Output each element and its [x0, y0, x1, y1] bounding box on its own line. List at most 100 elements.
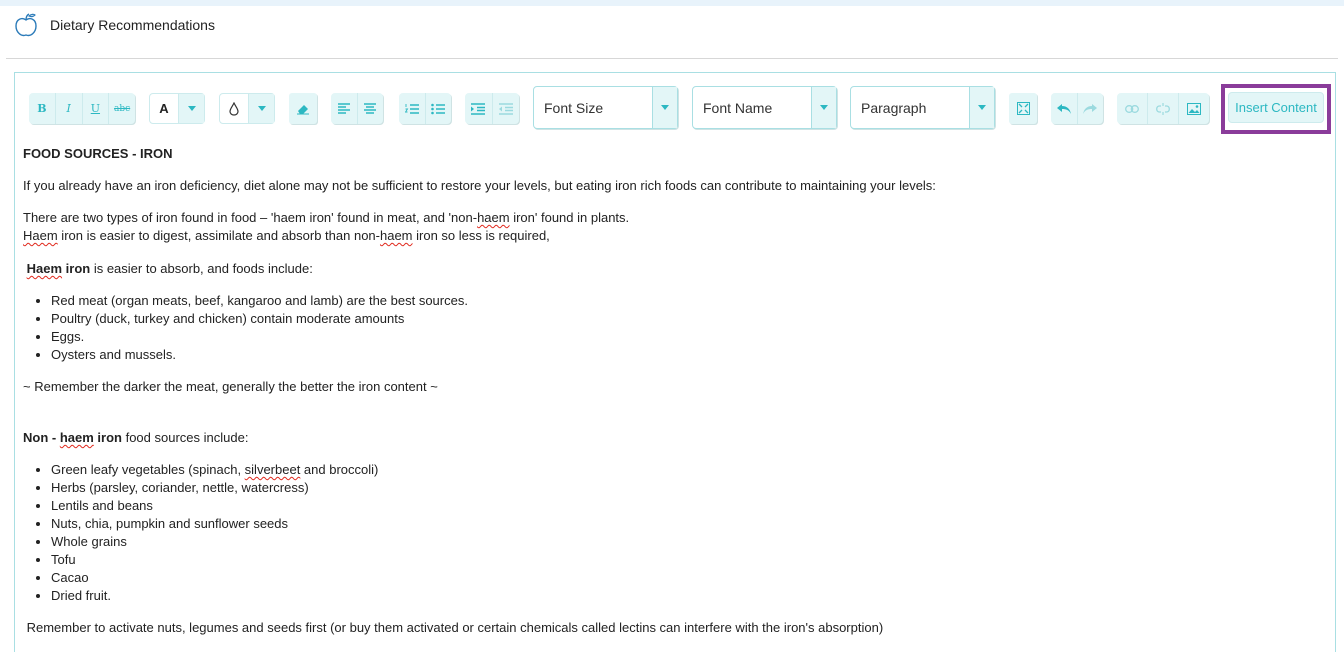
indent-icon: [471, 102, 486, 115]
list-group: [399, 93, 451, 124]
nonhaem-subheading-text: food sources include:: [121, 430, 249, 445]
clear-formatting-button[interactable]: [289, 93, 317, 124]
strikethrough-button[interactable]: abc: [108, 93, 135, 124]
background-color-icon: [220, 94, 248, 123]
content-heading: FOOD SOURCES - IRON: [23, 145, 173, 163]
haem-subheading: Haem iron is easier to absorb, and foods…: [23, 260, 313, 278]
chevron-down-icon: [257, 105, 266, 111]
history-group: [1051, 93, 1103, 124]
chevron-down-icon: [187, 105, 196, 111]
list-item: Herbs (parsley, coriander, nettle, water…: [51, 479, 378, 497]
list-item: Cacao: [51, 569, 378, 587]
ordered-list-icon: [404, 103, 419, 114]
haem-subheading-text: is easier to absorb, and foods include:: [90, 261, 313, 276]
intro-paragraph: If you already have an iron deficiency, …: [23, 178, 936, 193]
list-item: Poultry (duck, turkey and chicken) conta…: [51, 310, 468, 328]
unlink-icon: [1156, 102, 1170, 115]
background-color-picker[interactable]: [219, 93, 275, 124]
redo-button[interactable]: [1076, 93, 1104, 124]
align-left-button[interactable]: [331, 93, 357, 124]
align-center-button[interactable]: [356, 93, 384, 124]
font-size-value: Font Size: [544, 100, 604, 116]
paragraph-format-dropdown[interactable]: Paragraph: [850, 86, 995, 129]
font-name-value: Font Name: [703, 100, 773, 116]
link-icon: [1125, 104, 1139, 113]
strikethrough-icon: abc: [114, 103, 131, 114]
redo-icon: [1083, 103, 1098, 114]
underline-button[interactable]: U: [81, 93, 109, 124]
eraser-icon: [297, 104, 309, 114]
paragraph-format-dropdown-button[interactable]: [969, 87, 994, 128]
insert-group: [1117, 93, 1209, 124]
list-item: Tofu: [51, 551, 378, 569]
indent-group: [465, 93, 519, 124]
ordered-list-button[interactable]: [399, 93, 425, 124]
font-name-dropdown[interactable]: Font Name: [692, 86, 837, 129]
digest-text-end: iron so less is required,: [412, 228, 550, 243]
align-center-icon: [364, 103, 377, 114]
haem-food-list: Red meat (organ meats, beef, kangaroo an…: [23, 292, 468, 364]
iron-types-text: There are two types of iron found in foo…: [23, 210, 478, 225]
unordered-list-icon: [431, 103, 446, 114]
bold-icon: B: [37, 102, 47, 115]
apple-icon: [15, 13, 37, 37]
rich-text-editor: B I U abc A Font Size Font Name Paragrap…: [14, 72, 1336, 652]
font-color-icon: A: [159, 101, 169, 116]
list-item-text-end: and broccoli): [300, 462, 379, 477]
fullscreen-button[interactable]: [1009, 93, 1037, 124]
list-item-text: Green leafy vegetables (spinach,: [51, 462, 245, 477]
list-item: Oysters and mussels.: [51, 346, 468, 364]
activate-note: Remember to activate nuts, legumes and s…: [23, 620, 884, 635]
digest-text: iron is easier to digest, assimilate and…: [57, 228, 380, 243]
heading-text: FOOD SOURCES - IRON: [23, 146, 173, 161]
font-name-dropdown-button[interactable]: [811, 87, 836, 128]
unordered-list-button[interactable]: [424, 93, 452, 124]
spellcheck-word: haem: [379, 228, 413, 243]
italic-button[interactable]: I: [54, 93, 82, 124]
list-item: Nuts, chia, pumpkin and sunflower seeds: [51, 515, 378, 533]
insert-image-button[interactable]: [1178, 93, 1209, 124]
background-color-dropdown-button[interactable]: [248, 94, 274, 123]
digest-paragraph: Haem iron is easier to digest, assimilat…: [23, 227, 550, 245]
nonhaem-food-list: Green leafy vegetables (spinach, silverb…: [23, 461, 378, 605]
section-header: Dietary Recommendations: [6, 6, 1338, 59]
font-size-dropdown[interactable]: Font Size: [533, 86, 678, 129]
list-item: Dried fruit.: [51, 587, 378, 605]
fullscreen-icon: [1016, 102, 1030, 115]
indent-button[interactable]: [465, 93, 492, 124]
undo-icon: [1056, 103, 1071, 114]
page: Dietary Recommendations B I U abc A Font…: [6, 6, 1338, 652]
spellcheck-word: Haem: [23, 228, 58, 243]
chevron-down-icon: [820, 104, 828, 110]
list-item: Green leafy vegetables (spinach, silverb…: [51, 461, 378, 479]
italic-icon: I: [66, 102, 71, 115]
iron-types-text-end: iron' found in plants.: [509, 210, 630, 225]
haem-subheading-bold: iron: [62, 261, 91, 276]
underline-icon: U: [90, 102, 101, 115]
insert-content-button[interactable]: Insert Content: [1228, 92, 1324, 123]
spellcheck-word: haem: [59, 430, 94, 445]
insert-link-button[interactable]: [1117, 93, 1147, 124]
nonhaem-subheading-bold: Non -: [23, 430, 60, 445]
bold-button[interactable]: B: [29, 93, 55, 124]
chevron-down-icon: [661, 104, 669, 110]
list-item: Eggs.: [51, 328, 468, 346]
outdent-icon: [498, 102, 513, 115]
nonhaem-subheading-bold-end: iron: [93, 430, 122, 445]
font-color-dropdown-button[interactable]: [178, 94, 204, 123]
remember-meat-note: ~ Remember the darker the meat, generall…: [23, 379, 438, 394]
iron-types-paragraph: There are two types of iron found in foo…: [23, 209, 629, 227]
nonhaem-subheading: Non - haem iron food sources include:: [23, 429, 248, 447]
page-title: Dietary Recommendations: [50, 17, 215, 33]
unlink-button[interactable]: [1147, 93, 1178, 124]
undo-button[interactable]: [1051, 93, 1077, 124]
spellcheck-word: silverbeet: [244, 462, 301, 477]
list-item: Whole grains: [51, 533, 378, 551]
text-style-group: B I U abc: [29, 93, 135, 124]
paragraph-format-value: Paragraph: [861, 100, 927, 116]
outdent-button[interactable]: [491, 93, 520, 124]
chevron-down-icon: [978, 104, 986, 110]
align-left-icon: [337, 103, 350, 114]
font-size-dropdown-button[interactable]: [652, 87, 677, 128]
font-color-picker[interactable]: A: [149, 93, 205, 124]
